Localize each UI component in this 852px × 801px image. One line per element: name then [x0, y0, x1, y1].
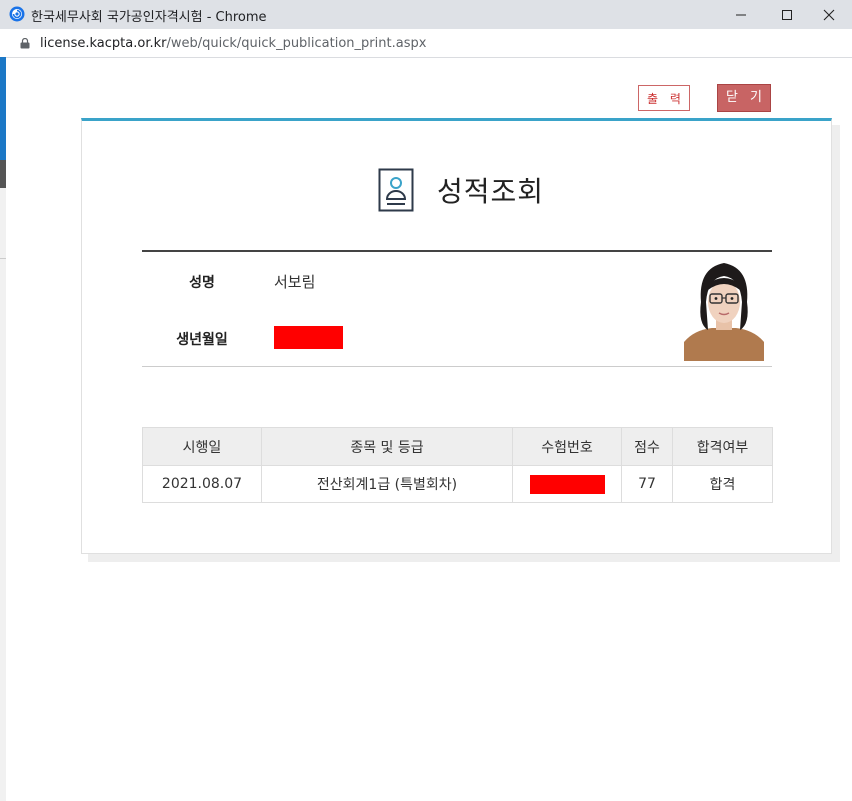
background-page-divider: [0, 258, 6, 259]
chrome-app-icon: [9, 6, 25, 22]
name-label: 성명: [189, 275, 215, 291]
cell-exam-date: 2021.08.07: [142, 465, 262, 503]
cell-subject-grade: 전산회계1급 (특별회차): [261, 465, 513, 503]
page-heading: 성적조회: [378, 168, 578, 212]
window-title: 한국세무사회 국가공인자격시험 - Chrome: [31, 10, 267, 25]
header-pass-status: 합격여부: [672, 427, 773, 466]
url-path: /web/quick/quick_publication_print.aspx: [166, 36, 427, 51]
header-subject-grade: 종목 및 등급: [261, 427, 513, 466]
close-icon: [823, 9, 835, 20]
name-value: 서보림: [274, 273, 316, 291]
applicant-photo: [684, 258, 764, 361]
url-host: license.kacpta.or.kr: [40, 36, 167, 51]
print-button[interactable]: 출 력: [638, 85, 690, 111]
header-exam-number: 수험번호: [512, 427, 622, 466]
cell-score: 77: [621, 465, 673, 503]
header-exam-date: 시행일: [142, 427, 262, 466]
close-window-button[interactable]: [806, 0, 852, 29]
table-row: 2021.08.07 전산회계1급 (특별회차) 77 합격: [142, 465, 773, 503]
page-title: 성적조회: [437, 175, 545, 208]
background-page-accent: [0, 57, 6, 160]
minimize-button[interactable]: [718, 0, 764, 29]
cell-exam-number: [512, 465, 622, 503]
maximize-icon: [782, 9, 792, 20]
maximize-button[interactable]: [764, 0, 810, 29]
minimize-icon: [736, 14, 746, 15]
header-score: 점수: [621, 427, 673, 466]
results-header-row: 시행일 종목 및 등급 수험번호 점수 합격여부: [142, 427, 773, 466]
background-page-dark-block: [0, 160, 6, 188]
lock-icon: [20, 38, 30, 49]
close-button[interactable]: 닫 기: [717, 84, 771, 112]
address-bar[interactable]: license.kacpta.or.kr/web/quick/quick_pub…: [0, 29, 852, 58]
exam-number-redacted: [529, 474, 605, 494]
profile-card-icon: [378, 168, 414, 212]
cell-pass-status: 합격: [672, 465, 773, 503]
info-bottom-rule: [142, 366, 772, 367]
info-top-rule: [142, 250, 772, 252]
url-text[interactable]: license.kacpta.or.kr/web/quick/quick_pub…: [40, 36, 426, 51]
results-table: 시행일 종목 및 등급 수험번호 점수 합격여부 2021.08.07 전산회계…: [142, 427, 773, 503]
window-titlebar: 한국세무사회 국가공인자격시험 - Chrome: [0, 0, 852, 29]
birthdate-redacted: [274, 326, 343, 349]
birthdate-label: 생년월일: [176, 332, 228, 348]
